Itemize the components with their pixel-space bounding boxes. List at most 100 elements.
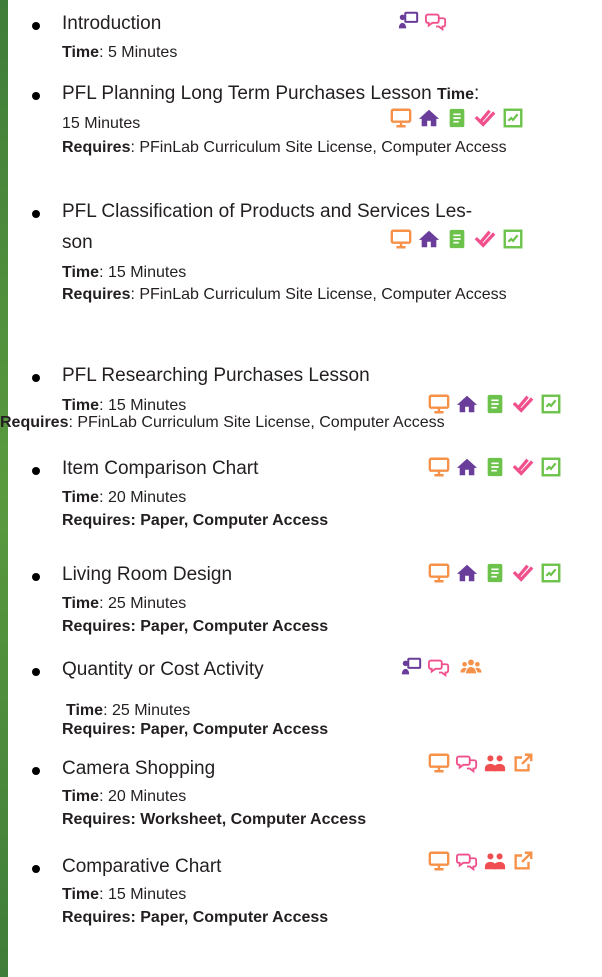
checkmarks-icon — [474, 228, 496, 250]
time-label: Time — [66, 702, 104, 719]
item-title: PFL Researching Purchases Lesson — [62, 365, 370, 386]
bullet — [32, 210, 40, 218]
item-title: PFL Planning Long Term Purchases Lesson — [62, 83, 432, 104]
requires-label: Requires — [0, 414, 69, 431]
requires-value: Requires: Paper, Computer Access — [62, 512, 329, 529]
item-requires: Requires: Paper, Computer Access — [62, 907, 602, 928]
monitor-icon — [428, 562, 450, 584]
icon-row — [428, 562, 562, 584]
item-requires: Requires: PFinLab Curriculum Site Licens… — [62, 284, 582, 305]
time-value: : 15 Minutes — [99, 397, 187, 414]
icon-row — [428, 393, 562, 415]
item-title: Introduction — [62, 13, 162, 34]
monitor-icon — [428, 456, 450, 478]
house-icon — [456, 456, 478, 478]
monitor-icon — [390, 228, 412, 250]
requires-value: Requires: Paper, Computer Access — [62, 618, 329, 635]
time-label: Time — [62, 886, 100, 903]
house-icon — [456, 562, 478, 584]
requires-value: : PFinLab Curriculum Site License, Compu… — [130, 139, 507, 156]
requires-value: Requires: Worksheet, Computer Access — [62, 811, 367, 828]
bullet — [32, 573, 40, 581]
checkmarks-icon — [512, 393, 534, 415]
bullet — [32, 374, 40, 382]
notes-icon — [484, 562, 506, 584]
notes-icon — [446, 107, 468, 129]
item-time: Time: 15 Minutes — [62, 884, 602, 905]
checklist-icon — [502, 107, 524, 129]
time-value: : 20 Minutes — [99, 489, 187, 506]
item-time: Time: 25 Minutes — [66, 700, 602, 721]
item-meta: Time: 5 Minutes — [62, 42, 602, 63]
time-label: Time — [62, 44, 100, 61]
house-icon — [418, 107, 440, 129]
bullet — [32, 22, 40, 30]
time-label: Time — [436, 86, 475, 103]
pair-icon — [484, 752, 506, 774]
item-requires: Requires: Paper, Computer Access — [62, 719, 602, 740]
icon-row — [428, 752, 534, 774]
monitor-icon — [428, 393, 450, 415]
pair-icon — [484, 850, 506, 872]
requires-value: : PFinLab Curriculum Site License, Compu… — [130, 286, 507, 303]
icon-row — [428, 456, 562, 478]
time-label: Time — [62, 397, 100, 414]
notes-icon — [446, 228, 468, 250]
house-icon — [456, 393, 478, 415]
item-title: PFL Classification of Products and Servi… — [62, 201, 473, 222]
icon-row — [428, 850, 534, 872]
checkmarks-icon — [512, 456, 534, 478]
house-icon — [418, 228, 440, 250]
bullet — [32, 92, 40, 100]
group-icon — [460, 656, 482, 678]
requires-value: Requires: Paper, Computer Access — [62, 721, 329, 738]
chat-bubbles-icon — [456, 850, 478, 872]
time-label: Time — [62, 489, 100, 506]
checkmarks-icon — [474, 107, 496, 129]
checklist-icon — [502, 228, 524, 250]
time-label: Time — [62, 264, 100, 281]
item-time: Time: 20 Minutes — [62, 487, 602, 508]
requires-label: Requires — [62, 139, 131, 156]
time-label: Time — [62, 595, 100, 612]
checklist-icon — [540, 456, 562, 478]
bullet — [32, 767, 40, 775]
bullet — [32, 668, 40, 676]
item-requires: Requires: PFinLab Curriculum Site Licens… — [62, 137, 582, 158]
item-title: Quantity or Cost Activity — [62, 659, 264, 680]
left-accent-bar — [0, 0, 8, 977]
time-value: : 5 Minutes — [99, 44, 178, 61]
time-value: : 25 Minutes — [99, 595, 187, 612]
time-colon: : — [474, 83, 480, 104]
chat-bubbles-icon — [425, 10, 447, 32]
requires-value: : PFinLab Curriculum Site License, Compu… — [68, 414, 445, 431]
time-label: Time — [62, 788, 100, 805]
icon-row — [390, 228, 524, 250]
requires-label: Requires — [62, 286, 131, 303]
notes-icon — [484, 393, 506, 415]
item-time: Time: 15 Minutes — [62, 262, 602, 283]
item-time: Time: 20 Minutes — [62, 786, 602, 807]
monitor-icon — [428, 850, 450, 872]
checkmarks-icon — [512, 562, 534, 584]
requires-value: Requires: Paper, Computer Access — [62, 909, 329, 926]
icon-row — [397, 10, 447, 32]
monitor-icon — [428, 752, 450, 774]
monitor-icon — [390, 107, 412, 129]
icon-row — [400, 656, 482, 678]
projector-screen-icon — [400, 656, 422, 678]
chat-bubbles-icon — [428, 656, 450, 678]
external-link-icon — [512, 850, 534, 872]
bullet — [32, 467, 40, 475]
time-value: : 25 Minutes — [103, 702, 191, 719]
item-requires: Requires: Worksheet, Computer Access — [62, 809, 602, 830]
time-value: : 20 Minutes — [99, 788, 187, 805]
projector-screen-icon — [397, 10, 419, 32]
checklist-icon — [540, 562, 562, 584]
item-requires: Requires: Paper, Computer Access — [62, 616, 602, 637]
time-value: : 15 Minutes — [99, 886, 187, 903]
icon-row — [390, 107, 524, 129]
notes-icon — [484, 456, 506, 478]
checklist-icon — [540, 393, 562, 415]
external-link-icon — [512, 752, 534, 774]
